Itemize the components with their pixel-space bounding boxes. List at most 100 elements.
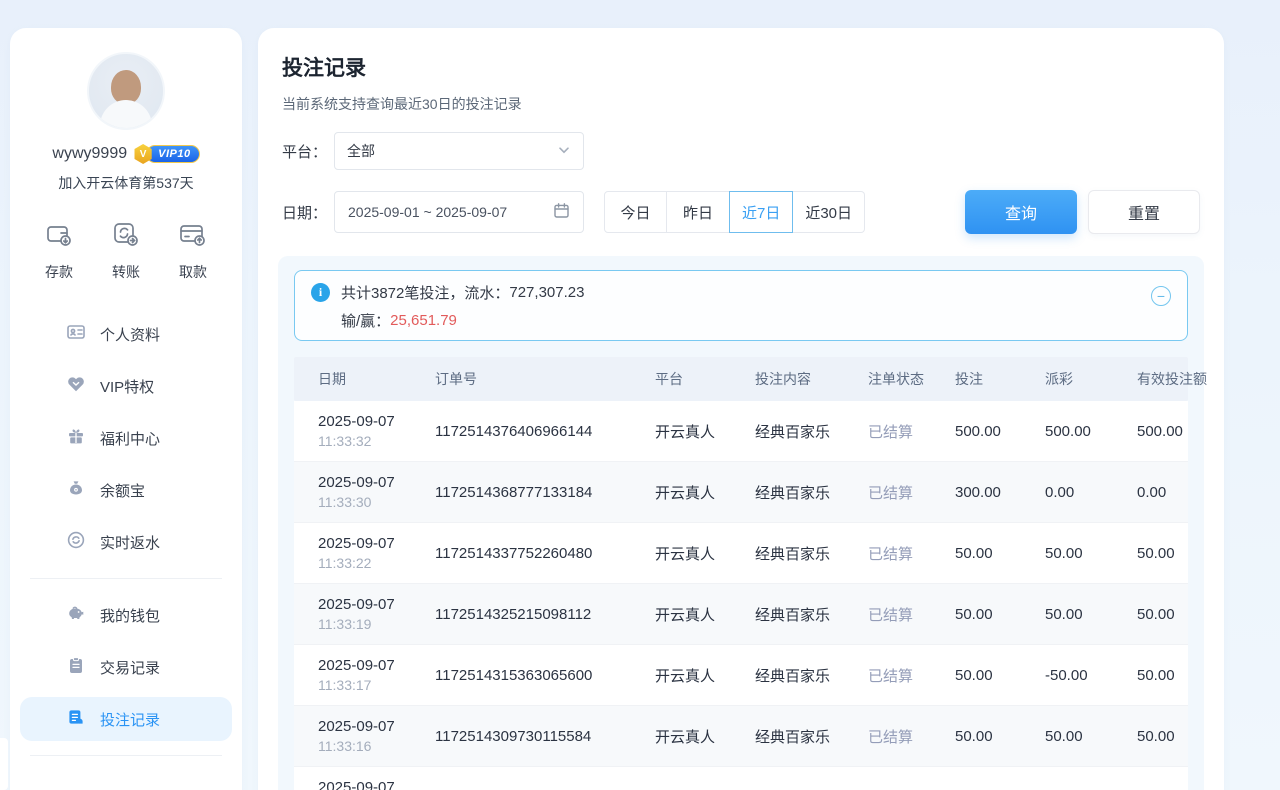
cell-platform: 开云真人 [631,767,731,790]
gift-icon [66,426,86,450]
summary-text: i 共计3872笔投注，流水： 727,307.23 输/赢： 25,651.7… [311,282,1151,331]
cell-content: 经典百家乐 [731,462,844,522]
summary-turnover-label: 共计3872笔投注，流水： [341,282,509,303]
cell-content: 极速百家乐 [731,767,844,790]
sidebar-item-label: 投注记录 [100,709,160,730]
range-30days-button[interactable]: 近30日 [793,191,865,233]
quick-actions: 存款 转账 取款 [10,219,242,282]
sidebar-item-label: 实时返水 [100,532,160,553]
cell-date: 2025-09-0711:33:30 [294,462,411,522]
cell-valid: 50.00 [1113,706,1220,766]
cell-payout: 0.00 [1021,462,1113,522]
sidebar-item-label: 个人资料 [100,324,160,345]
cell-valid: 500.00 [1113,401,1220,461]
table-row: 2025-09-0711:33:19 1172514325215098112 开… [294,584,1188,645]
transfer-button[interactable]: 转账 [111,219,141,282]
vip-heart-icon [66,374,86,398]
cell-order: 1172514337752260480 [411,523,631,583]
sidebar-item-label: 福利中心 [100,428,160,449]
sidebar-item-rebate[interactable]: 实时返水 [20,520,232,564]
cell-payout: 50.00 [1021,584,1113,644]
cell-order: 1172514376406966144 [411,401,631,461]
range-7days-button[interactable]: 近7日 [729,191,793,233]
reset-button[interactable]: 重置 [1088,190,1200,234]
platform-select-value: 全部 [347,141,375,161]
deposit-icon [44,219,74,254]
id-card-icon [66,322,86,346]
sidebar-item-transactions[interactable]: 交易记录 [20,645,232,689]
sidebar: wywy9999 V VIP10 加入开云体育第537天 存款 转账 [10,28,242,790]
range-today-button[interactable]: 今日 [604,191,667,233]
rebate-circle-icon [66,530,86,554]
vip-badge: V VIP10 [133,144,199,164]
bet-records-page: 投注记录 当前系统支持查询最近30日的投注记录 平台： 全部 日期： 2025-… [258,28,1224,790]
cell-payout: -100.00 [1021,767,1113,790]
sidebar-item-welfare[interactable]: 福利中心 [20,416,232,460]
transfer-label: 转账 [112,262,140,282]
date-quick-ranges: 今日 昨日 近7日 近30日 [604,191,865,233]
sidebar-item-bet-records[interactable]: 投注记录 [20,697,232,741]
cell-valid: 100.00 [1113,767,1220,790]
col-order: 订单号 [411,357,631,401]
sidebar-item-yuebao[interactable]: 余额宝 [20,468,232,512]
sidebar-item-label: 交易记录 [100,657,160,678]
username: wywy9999 [52,145,127,163]
bet-records-table: 日期 订单号 平台 投注内容 注单状态 投注 派彩 有效投注额 2025-09-… [294,357,1188,790]
sidebar-menu: 个人资料 VIP特权 福利中心 余额宝 [10,312,242,756]
cell-order: 1172514368777133184 [411,462,631,522]
piggy-bank-icon [66,603,86,627]
summary-turnover-value: 727,307.23 [509,284,584,301]
cell-status: 已结算 [844,584,931,644]
cell-payout: -50.00 [1021,645,1113,705]
cell-date: 2025-09-0711:33:22 [294,523,411,583]
cell-bet: 50.00 [931,706,1021,766]
cell-bet: 500.00 [931,401,1021,461]
deposit-label: 存款 [45,262,73,282]
date-range-input[interactable]: 2025-09-01 ~ 2025-09-07 [334,191,584,233]
page-subtitle: 当前系统支持查询最近30日的投注记录 [282,94,1200,114]
cell-status: 已结算 [844,401,931,461]
col-payout: 派彩 [1021,357,1113,401]
search-button[interactable]: 查询 [965,190,1077,234]
table-row: 2025-09-0711:33:22 1172514337752260480 开… [294,523,1188,584]
cell-order: 1172512330743857920 [411,767,631,790]
cell-valid: 50.00 [1113,584,1220,644]
range-yesterday-button[interactable]: 昨日 [667,191,730,233]
cell-payout: 50.00 [1021,706,1113,766]
cell-order: 1172514309730115584 [411,706,631,766]
sidebar-item-wallet[interactable]: 我的钱包 [20,593,232,637]
collapse-icon[interactable]: − [1151,286,1171,306]
sidebar-item-profile[interactable]: 个人资料 [20,312,232,356]
cell-bet: 50.00 [931,645,1021,705]
cell-content: 经典百家乐 [731,523,844,583]
col-platform: 平台 [631,357,731,401]
table-header-row: 日期 订单号 平台 投注内容 注单状态 投注 派彩 有效投注额 [294,357,1188,401]
date-range-value: 2025-09-01 ~ 2025-09-07 [348,204,507,220]
cell-content: 经典百家乐 [731,706,844,766]
cell-platform: 开云真人 [631,584,731,644]
deposit-button[interactable]: 存款 [44,219,74,282]
cell-order: 1172514315363065600 [411,645,631,705]
platform-select[interactable]: 全部 [334,132,584,170]
table-row: 2025-09-0711:33:30 1172514368777133184 开… [294,462,1188,523]
cell-status: 已结算 [844,706,931,766]
col-date: 日期 [294,357,411,401]
sidebar-item-label: 余额宝 [100,480,145,501]
table-row: 2025-09-0711:25:24 1172512330743857920 开… [294,767,1188,790]
withdraw-button[interactable]: 取款 [178,219,208,282]
summary-winloss-value: 25,651.79 [390,312,457,329]
withdraw-label: 取款 [179,262,207,282]
summary-line-1: i 共计3872笔投注，流水： 727,307.23 [311,282,1151,303]
table-row: 2025-09-0711:33:17 1172514315363065600 开… [294,645,1188,706]
cell-bet: 100.00 [931,767,1021,790]
sidebar-item-vip[interactable]: VIP特权 [20,364,232,408]
chevron-down-icon [557,143,571,160]
cell-platform: 开云真人 [631,462,731,522]
cell-date: 2025-09-0711:33:19 [294,584,411,644]
summary-line-2: 输/赢： 25,651.79 [311,310,1151,331]
scroll-edge[interactable] [0,738,8,790]
avatar[interactable] [87,52,165,130]
col-status: 注单状态 [844,357,931,401]
user-row: wywy9999 V VIP10 [10,144,242,164]
vip-level-label: VIP10 [146,145,199,163]
